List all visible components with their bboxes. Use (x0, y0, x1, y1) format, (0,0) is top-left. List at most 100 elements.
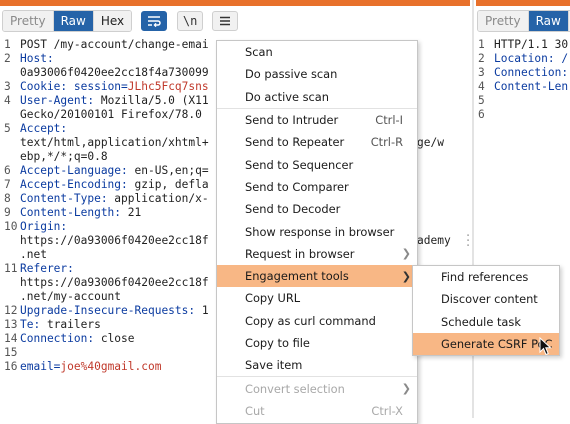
chevron-right-icon: ❯ (401, 382, 411, 396)
line-number: 16 (4, 360, 18, 373)
code-token: application/x- (114, 192, 209, 205)
line-number (4, 108, 20, 122)
code-line[interactable]: 4 Content-Len (478, 80, 570, 94)
line-number: 5 (478, 94, 485, 107)
code-token: text/html,application/xhtml+ (20, 136, 209, 149)
menu-item-label: Save item (245, 358, 303, 373)
menu-item-label: Do passive scan (245, 67, 338, 82)
newline-toggle-button[interactable]: \n (177, 11, 204, 31)
code-token: .net/my-account (20, 290, 122, 303)
code-token: Connection: (20, 332, 101, 345)
menu-item-copy-as-curl-command[interactable]: Copy as curl command (217, 310, 417, 332)
code-token: JLhc5Fcq7sns (127, 80, 209, 93)
code-line[interactable]: 3 Connection: (478, 66, 570, 80)
line-number: 8 (4, 192, 11, 205)
line-number: 10 (4, 220, 18, 233)
submenu-item-discover-content[interactable]: Discover content (413, 288, 559, 310)
code-token: session= (73, 80, 128, 93)
line-number: 4 (478, 80, 485, 93)
menu-item-save-item[interactable]: Save item (217, 354, 417, 376)
panel-menu-button[interactable] (212, 11, 239, 31)
response-toolbar: Pretty Raw H (477, 10, 570, 32)
code-line[interactable]: 1 HTTP/1.1 30 (478, 38, 570, 52)
menu-item-label: Copy as curl command (245, 313, 376, 328)
menu-item-convert-selection: Convert selection ❯ (217, 377, 417, 399)
submenu-item-generate-csrf-poc[interactable]: Generate CSRF PoC (413, 332, 559, 356)
tab-raw[interactable]: Raw (528, 11, 569, 31)
code-token: .net (20, 248, 47, 261)
code-token: Host: (20, 52, 54, 65)
menu-item-label: Send to Repeater (245, 135, 345, 150)
menu-item-cut: Cut Ctrl-X (217, 400, 417, 422)
line-number (4, 248, 20, 262)
menu-item-do-passive-scan[interactable]: Do passive scan (217, 63, 417, 85)
code-line[interactable]: 2 Location: / (478, 52, 570, 66)
menu-item-shortcut: Ctrl-X (371, 403, 403, 418)
menu-item-send-to-repeater[interactable]: Send to Repeater Ctrl-R (217, 131, 417, 153)
menu-item-engagement-tools[interactable]: Engagement tools ❯ (217, 264, 417, 288)
menu-item-request-in-browser[interactable]: Request in browser ❯ (217, 243, 417, 265)
code-line[interactable]: 6 (478, 108, 570, 122)
submenu-item-label: Generate CSRF PoC (441, 337, 553, 352)
menu-item-label: Send to Decoder (245, 202, 341, 217)
code-token: Upgrade-Insecure-Requests: (20, 304, 202, 317)
request-toolbar: Pretty Raw Hex \n (2, 10, 239, 32)
code-token: 21 (127, 206, 142, 219)
line-wrap-fragment: ademy (417, 234, 451, 247)
tab-hex[interactable]: Hex (93, 11, 132, 31)
line-number: 15 (4, 346, 18, 359)
request-view-tabs: Pretty Raw Hex (2, 10, 133, 32)
code-token: Accept: (20, 122, 68, 135)
menu-item-send-to-intruder[interactable]: Send to Intruder Ctrl-I (217, 109, 417, 131)
line-number (4, 150, 20, 164)
code-token: Accept-Language: (20, 164, 135, 177)
tab-raw[interactable]: Raw (53, 11, 94, 31)
mouse-cursor-icon (539, 337, 552, 356)
wrap-lines-button[interactable] (141, 11, 168, 31)
code-token: Accept-Encoding: (20, 178, 135, 191)
line-number (4, 136, 20, 150)
code-token: Origin: (20, 220, 68, 233)
line-wrap-fragment: ge/w (417, 136, 444, 149)
code-token: Content-Type: (20, 192, 115, 205)
line-number: 5 (4, 122, 11, 135)
line-number: 2 (478, 52, 485, 65)
menu-item-label: Convert selection (245, 381, 345, 396)
request-tab-strip (0, 0, 470, 6)
code-token: HTTP/1.1 30 (494, 38, 569, 51)
code-line[interactable]: 5 (478, 94, 570, 108)
tab-pretty[interactable]: Pretty (3, 11, 54, 31)
menu-item-show-response-in-browser[interactable]: Show response in browser (217, 220, 417, 242)
menu-item-label: Send to Comparer (245, 179, 349, 194)
menu-item-copy-to-file[interactable]: Copy to file (217, 332, 417, 354)
menu-item-scan[interactable]: Scan (217, 41, 417, 63)
line-number: 13 (4, 318, 18, 331)
menu-item-do-active-scan[interactable]: Do active scan (217, 86, 417, 108)
response-view-tabs: Pretty Raw H (477, 10, 570, 32)
menu-item-send-to-comparer[interactable]: Send to Comparer (217, 176, 417, 198)
code-token: Connection: (494, 66, 569, 79)
code-token: Location: / (494, 52, 569, 65)
code-token: Cookie: (20, 80, 74, 93)
menu-item-copy-url[interactable]: Copy URL (217, 287, 417, 309)
menu-item-send-to-sequencer[interactable]: Send to Sequencer (217, 153, 417, 175)
line-number (4, 66, 20, 80)
response-editor[interactable]: 1 HTTP/1.1 30 2 Location: / 3 Connection: 4 Con… (478, 38, 570, 122)
code-token: en-US,en;q= (134, 164, 209, 177)
code-token: Gecko/20100101 Firefox/78.0 (20, 108, 202, 121)
menu-item-shortcut: Ctrl-R (370, 135, 403, 150)
code-token: Mozilla/5.0 (X11 (100, 94, 209, 107)
menu-item-label: Scan (245, 45, 273, 60)
submenu-item-schedule-task[interactable]: Schedule task (413, 311, 559, 333)
code-token: Te: (20, 318, 47, 331)
code-token: 1 (201, 304, 209, 317)
line-number: 2 (4, 52, 11, 65)
code-token: POST /my-account/change-emai (20, 38, 209, 51)
menu-item-send-to-decoder[interactable]: Send to Decoder (217, 198, 417, 220)
menu-item-label: Do active scan (245, 89, 330, 104)
submenu-item-find-references[interactable]: Find references (413, 266, 559, 288)
code-token: Referer: (20, 262, 74, 275)
tab-pretty[interactable]: Pretty (478, 11, 529, 31)
menu-item-label: Copy URL (245, 291, 301, 306)
splitter-handle-icon[interactable]: · · · (466, 230, 470, 253)
